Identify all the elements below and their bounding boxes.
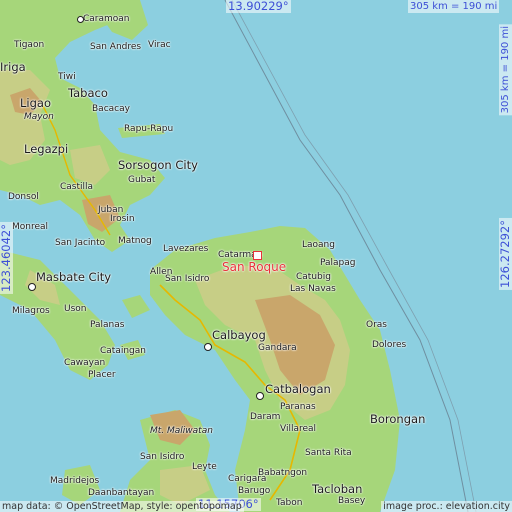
place-basey: Basey xyxy=(338,496,366,506)
place-san-isidro-south: San Isidro xyxy=(140,452,185,462)
scale-right: 305 km = 190 mi xyxy=(499,24,512,116)
place-bacacay: Bacacay xyxy=(92,104,130,114)
place-mt-maliwatan: Mt. Maliwatan xyxy=(150,426,213,436)
place-santa-rita: Santa Rita xyxy=(305,448,352,458)
place-daram: Daram xyxy=(250,412,281,422)
place-catbalogan: Catbalogan xyxy=(265,382,331,396)
place-mayon: Mayon xyxy=(24,112,54,122)
place-virac: Virac xyxy=(148,40,171,50)
topographic-map[interactable]: Caramoan Tigaon San Andres Virac Iriga T… xyxy=(0,0,512,512)
place-borongan: Borongan xyxy=(370,412,426,426)
location-marker xyxy=(253,251,262,260)
place-uson: Uson xyxy=(64,304,87,314)
place-donsol: Donsol xyxy=(8,192,39,202)
place-leyte: Leyte xyxy=(192,462,217,472)
coord-top-latitude: 13.90229° xyxy=(226,0,291,13)
image-attribution: image proc.: elevation.city xyxy=(381,501,512,512)
place-castilla: Castilla xyxy=(60,182,94,192)
place-carigara: Carigara xyxy=(228,474,267,484)
coord-left-longitude: 123.46042° xyxy=(0,222,13,294)
place-madridejos: Madridejos xyxy=(50,476,100,486)
place-sorsogon-city: Sorsogon City xyxy=(118,158,198,172)
place-rapu-rapu: Rapu-Rapu xyxy=(124,124,174,134)
place-irosin: Irosin xyxy=(110,214,135,224)
place-san-isidro-north: San Isidro xyxy=(165,274,210,284)
place-catubig: Catubig xyxy=(296,272,331,282)
place-gandara: Gandara xyxy=(258,343,297,353)
place-milagros: Milagros xyxy=(12,306,50,316)
place-palanas: Palanas xyxy=(90,320,125,330)
place-caramoan: Caramoan xyxy=(83,14,130,24)
place-tabaco: Tabaco xyxy=(68,86,108,100)
place-paranas: Paranas xyxy=(280,402,316,412)
place-masbate-city: Masbate City xyxy=(36,270,112,284)
place-monreal: Monreal xyxy=(12,222,49,232)
place-iriga: Iriga xyxy=(0,60,26,74)
place-villareal: Villareal xyxy=(280,424,317,434)
place-dot-caramoan xyxy=(77,16,84,23)
place-palapag: Palapag xyxy=(320,258,356,268)
place-las-navas: Las Navas xyxy=(290,284,336,294)
place-tiwi: Tiwi xyxy=(58,72,76,82)
place-dot-catbalogan xyxy=(256,392,264,400)
place-barugo: Barugo xyxy=(238,486,271,496)
place-tigaon: Tigaon xyxy=(14,40,45,50)
place-lavezares: Lavezares xyxy=(163,244,209,254)
map-attribution: map data: © OpenStreetMap, style: opento… xyxy=(0,501,244,512)
place-matnog: Matnog xyxy=(118,236,152,246)
place-ligao: Ligao xyxy=(20,96,51,110)
place-daanbantayan: Daanbantayan xyxy=(88,488,155,498)
place-gubat: Gubat xyxy=(128,175,156,185)
place-dolores: Dolores xyxy=(372,340,407,350)
place-san-roque: San Roque xyxy=(222,260,287,274)
scale-top: 305 km = 190 mi xyxy=(408,0,500,13)
place-tabon: Tabon xyxy=(276,498,303,508)
place-dot-masbate xyxy=(28,283,36,291)
place-cataingan: Cataingan xyxy=(100,346,146,356)
place-placer: Placer xyxy=(88,370,116,380)
coord-right-longitude: 126.27292° xyxy=(498,218,512,290)
place-legazpi: Legazpi xyxy=(24,142,69,156)
place-tacloban: Tacloban xyxy=(312,482,363,496)
place-cawayan: Cawayan xyxy=(64,358,106,368)
place-san-andres: San Andres xyxy=(90,42,142,52)
place-san-jacinto: San Jacinto xyxy=(55,238,106,248)
place-dot-calbayog xyxy=(204,343,212,351)
place-laoang: Laoang xyxy=(302,240,335,250)
place-oras: Oras xyxy=(366,320,387,330)
place-calbayog: Calbayog xyxy=(212,328,266,342)
